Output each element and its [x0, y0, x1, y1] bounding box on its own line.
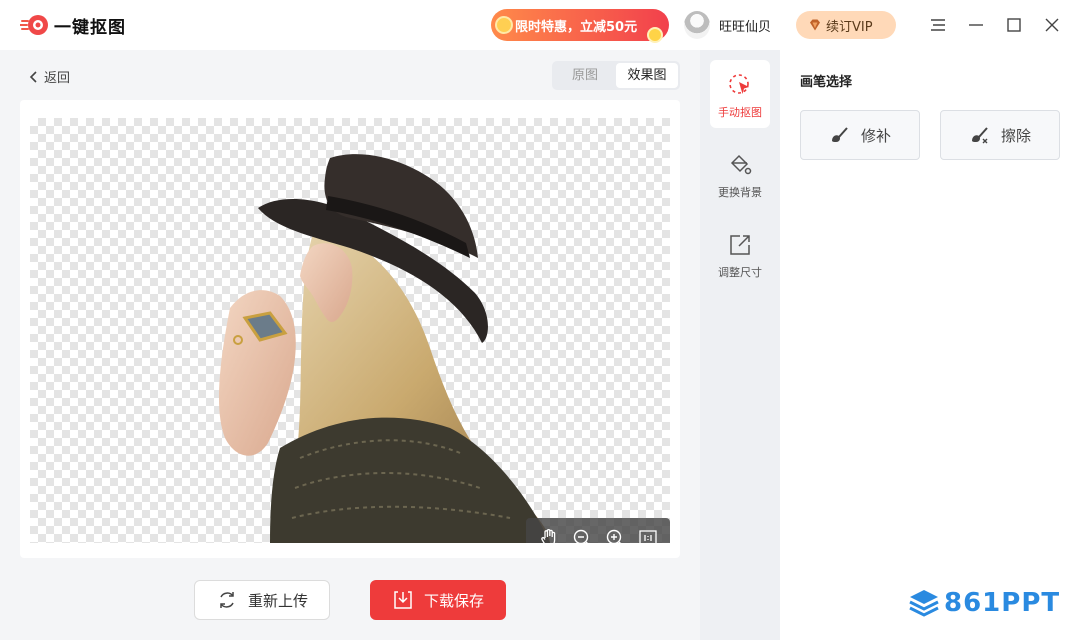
- zoom-in-icon[interactable]: [604, 527, 626, 543]
- zoom-out-icon[interactable]: [571, 527, 593, 543]
- app-logo: 一键抠图: [19, 12, 126, 38]
- tool-rail: 手动抠图 更换背景 调整尺寸: [700, 50, 780, 640]
- download-save-button[interactable]: 下载保存: [370, 580, 506, 620]
- username: 旺旺仙贝: [719, 19, 772, 35]
- image-canvas: [20, 100, 680, 558]
- close-icon[interactable]: [1041, 14, 1063, 36]
- repair-label: 修补: [860, 126, 891, 145]
- chevron-left-icon: [29, 70, 37, 83]
- tool-label: 更换背景: [718, 186, 762, 199]
- refresh-icon: [220, 592, 234, 608]
- watermark: 861PPT: [908, 588, 1060, 618]
- back-label: 返回: [44, 71, 71, 86]
- stack-logo-icon: [909, 590, 939, 617]
- tool-resize[interactable]: 调整尺寸: [710, 220, 770, 288]
- brush-panel: 画笔选择 修补 擦除: [780, 50, 1080, 640]
- cursor-click-icon: [729, 74, 749, 94]
- tool-label: 调整尺寸: [718, 266, 762, 279]
- brush-icon: [831, 127, 848, 142]
- eraser-brush-icon: [971, 127, 988, 144]
- vip-label: 续订VIP: [826, 19, 873, 35]
- tab-original[interactable]: 原图: [554, 63, 616, 88]
- resize-icon: [730, 235, 750, 255]
- avatar[interactable]: [684, 11, 710, 39]
- editor-pane: 返回 原图 效果图 重新上传 下载保存: [0, 50, 700, 640]
- coin-icon: [647, 27, 663, 43]
- tool-manual-cutout[interactable]: 手动抠图: [710, 60, 770, 128]
- promo-label: 限时特惠，立减50元: [515, 19, 638, 35]
- user-profile[interactable]: 旺旺仙贝: [684, 11, 771, 39]
- erase-brush-button[interactable]: 擦除: [940, 110, 1060, 160]
- hand-icon[interactable]: [538, 527, 560, 543]
- transparent-background[interactable]: [30, 118, 670, 543]
- repair-brush-button[interactable]: 修补: [800, 110, 920, 160]
- promo-banner[interactable]: 限时特惠，立减50元: [491, 9, 669, 43]
- erase-label: 擦除: [1000, 126, 1031, 145]
- actual-size-icon[interactable]: [637, 527, 659, 543]
- maximize-icon[interactable]: [1003, 14, 1025, 36]
- diamond-icon: [810, 19, 820, 31]
- cutout-image[interactable]: [30, 118, 670, 543]
- logo-icon: [19, 12, 50, 38]
- zoom-toolbar: [526, 518, 670, 543]
- tool-label: 手动抠图: [718, 106, 762, 119]
- download-icon: [394, 591, 412, 609]
- view-toggle: 原图 效果图: [552, 61, 680, 90]
- back-button[interactable]: 返回: [28, 67, 70, 86]
- tab-result[interactable]: 效果图: [616, 63, 678, 88]
- title-bar: 一键抠图 限时特惠，立减50元 旺旺仙贝 续订VIP: [0, 0, 1080, 50]
- tool-change-background[interactable]: 更换背景: [710, 140, 770, 208]
- save-label: 下载保存: [423, 591, 484, 610]
- app-title: 一键抠图: [54, 17, 126, 38]
- paint-bucket-icon: [730, 154, 752, 175]
- brush-section-title: 画笔选择: [800, 75, 853, 90]
- promo-tag-icon: [495, 16, 513, 34]
- reupload-label: 重新上传: [247, 591, 308, 610]
- reupload-button[interactable]: 重新上传: [194, 580, 330, 620]
- watermark-text: 861PPT: [944, 588, 1061, 618]
- menu-icon[interactable]: [927, 14, 949, 36]
- renew-vip-button[interactable]: 续订VIP: [796, 11, 896, 39]
- minimize-icon[interactable]: [965, 14, 987, 36]
